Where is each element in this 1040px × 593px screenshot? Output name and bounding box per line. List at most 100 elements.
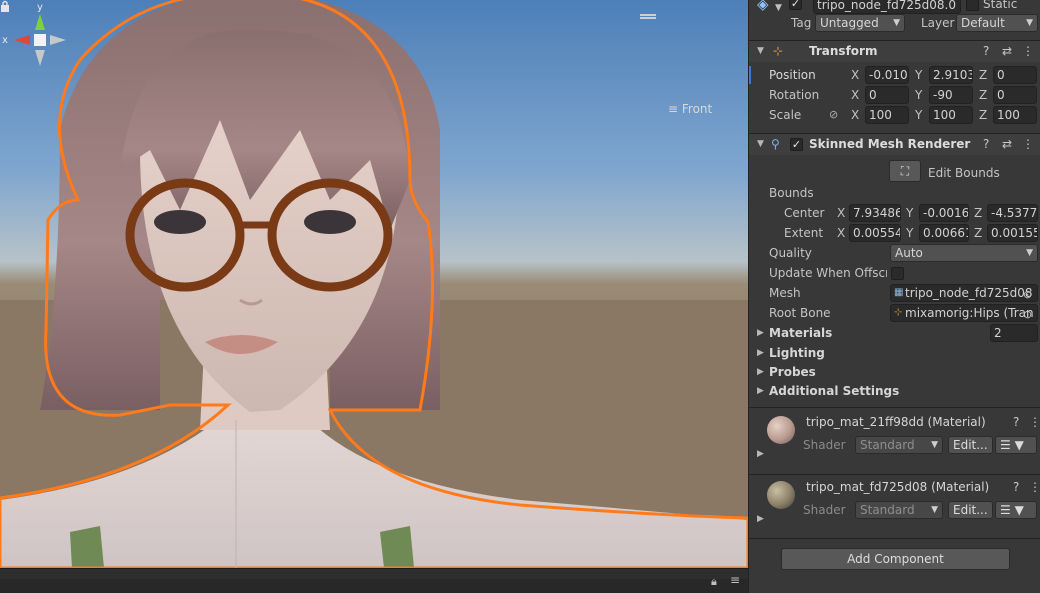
shader-options-dropdown[interactable]: ☰ ▼ xyxy=(995,501,1037,519)
root-bone-row: Root Bone ⊹ mixamorig:Hips (Tran ⊙ xyxy=(749,303,1040,323)
material-2-panel: tripo_mat_fd725d08 (Material) ? ⋮ Shader… xyxy=(749,475,1040,537)
foldout-arrow-icon[interactable]: ▶ xyxy=(757,362,764,382)
axis-z-label: Z xyxy=(974,226,983,240)
chevron-down-icon: ▼ xyxy=(893,18,900,28)
additional-settings-label: Additional Settings xyxy=(769,384,900,398)
extent-z-field[interactable]: 0.00155 xyxy=(987,224,1038,242)
axis-y-label: Y xyxy=(915,68,923,82)
material-preview-sphere xyxy=(767,416,795,444)
quality-dropdown[interactable]: Auto ▼ xyxy=(890,244,1038,262)
extent-y-field[interactable]: 0.00661 xyxy=(919,224,969,242)
shader-dropdown[interactable]: Standard ▼ xyxy=(855,501,943,519)
object-name-field[interactable]: tripo_node_fd725d08.0 xyxy=(813,0,961,14)
rotation-row: Rotation X 0 Y -90 Z 0 xyxy=(749,85,1040,105)
inspector-panel: ◈ ▼ ✓ tripo_node_fd725d08.0 Static Tag U… xyxy=(748,0,1040,593)
position-row: Position X -0.010 Y 2.9103 Z 0 xyxy=(749,65,1040,85)
lighting-foldout[interactable]: ▶ Lighting xyxy=(749,343,1040,363)
center-row: Center X 7.93486 Y -0.0016 Z -4.5377 xyxy=(749,203,1040,223)
context-menu-icon[interactable]: ⋮ xyxy=(1029,412,1040,432)
rotation-y-field[interactable]: -90 xyxy=(929,86,973,104)
gizmo-x-arrow xyxy=(14,35,30,45)
position-x-field[interactable]: -0.010 xyxy=(865,66,909,84)
gizmo-center-cube xyxy=(34,34,46,46)
foldout-arrow-icon[interactable]: ▼ xyxy=(757,46,764,56)
help-icon[interactable]: ? xyxy=(1013,477,1019,497)
root-bone-object-field[interactable]: ⊹ mixamorig:Hips (Tran xyxy=(890,304,1038,322)
help-icon[interactable]: ? xyxy=(1013,412,1019,432)
drag-handle-icon[interactable] xyxy=(640,14,656,16)
rotation-z-field[interactable]: 0 xyxy=(993,86,1037,104)
shader-dropdown[interactable]: Standard ▼ xyxy=(855,436,943,454)
scale-y-field[interactable]: 100 xyxy=(929,106,973,124)
horizontal-scrollbar[interactable] xyxy=(0,569,748,579)
materials-foldout[interactable]: ▶ Materials 2 xyxy=(749,323,1040,343)
gizmo-neg-x-arrow xyxy=(50,35,66,45)
object-picker-icon[interactable]: ⊙ xyxy=(1023,285,1032,305)
foldout-arrow-icon[interactable]: ▶ xyxy=(757,343,764,363)
foldout-arrow-icon[interactable]: ▶ xyxy=(757,323,764,343)
foldout-arrow-icon[interactable]: ▼ xyxy=(757,139,764,149)
chevron-down-icon: ▼ xyxy=(931,440,938,450)
chevron-down-icon: ▼ xyxy=(1026,18,1033,28)
layer-dropdown[interactable]: Default ▼ xyxy=(956,14,1038,32)
scale-z-field[interactable]: 100 xyxy=(993,106,1037,124)
active-toggle[interactable]: ✓ xyxy=(789,0,802,10)
skinned-mesh-icon: ⚲ xyxy=(771,137,780,151)
gizmo-view-label[interactable]: ≡ Front xyxy=(668,102,712,116)
axis-y-label: Y xyxy=(915,88,923,102)
center-z-field[interactable]: -4.5377 xyxy=(987,204,1038,222)
mesh-object-field[interactable]: ▦ tripo_node_fd725d08 xyxy=(890,284,1038,302)
edit-bounds-button[interactable]: ⛶ xyxy=(889,160,921,182)
center-x-field[interactable]: 7.93486 xyxy=(849,204,901,222)
foldout-arrow-icon[interactable]: ▶ xyxy=(757,444,764,464)
center-y-field[interactable]: -0.0016 xyxy=(919,204,969,222)
context-menu-icon[interactable]: ⋮ xyxy=(1029,477,1040,497)
axis-z-label: Z xyxy=(979,108,988,122)
gizmo-lock-icon[interactable] xyxy=(0,0,10,12)
tag-label: Tag xyxy=(791,16,812,30)
material-1-panel: tripo_mat_21ff98dd (Material) ? ⋮ Shader… xyxy=(749,410,1040,472)
transform-header[interactable]: ▼ ⊹ Transform ? ⇄ ⋮ xyxy=(749,40,1040,62)
materials-label: Materials xyxy=(769,326,833,340)
preset-icon[interactable]: ⇄ xyxy=(1002,44,1012,58)
update-offscreen-checkbox[interactable] xyxy=(891,267,904,280)
static-checkbox[interactable] xyxy=(966,0,979,11)
shader-options-dropdown[interactable]: ☰ ▼ xyxy=(995,436,1037,454)
foldout-arrow-icon[interactable]: ▶ xyxy=(757,381,764,401)
position-y-field[interactable]: 2.9103 xyxy=(929,66,973,84)
scene-view[interactable]: y x ≡ Front xyxy=(0,0,748,568)
quality-row: Quality Auto ▼ xyxy=(749,243,1040,263)
lock-icon[interactable]: 🔒︎ xyxy=(711,575,717,589)
rotation-x-field[interactable]: 0 xyxy=(865,86,909,104)
help-icon[interactable]: ? xyxy=(983,137,989,151)
scale-x-field[interactable]: 100 xyxy=(865,106,909,124)
smr-enabled-checkbox[interactable]: ✓ xyxy=(790,138,803,151)
scale-row: Scale ⊘ X 100 Y 100 Z 100 xyxy=(749,105,1040,125)
lighting-label: Lighting xyxy=(769,346,825,360)
add-component-button[interactable]: Add Component xyxy=(781,548,1010,570)
help-icon[interactable]: ? xyxy=(983,44,989,58)
tag-dropdown[interactable]: Untagged ▼ xyxy=(815,14,905,32)
object-picker-icon[interactable]: ⊙ xyxy=(1023,305,1032,325)
foldout-arrow-icon[interactable]: ▶ xyxy=(757,509,764,529)
constrain-proportions-icon[interactable]: ⊘ xyxy=(829,105,838,125)
mesh-label: Mesh xyxy=(769,286,801,300)
position-label: Position xyxy=(769,68,816,82)
edit-shader-button[interactable]: Edit... xyxy=(948,501,993,519)
menu-icon[interactable]: ≡ xyxy=(730,573,740,587)
layer-label: Layer xyxy=(921,16,955,30)
context-menu-icon[interactable]: ⋮ xyxy=(1022,137,1034,151)
additional-settings-foldout[interactable]: ▶ Additional Settings xyxy=(749,381,1040,401)
extent-x-field[interactable]: 0.00554 xyxy=(849,224,901,242)
probes-foldout[interactable]: ▶ Probes xyxy=(749,362,1040,382)
edit-shader-button[interactable]: Edit... xyxy=(948,436,993,454)
scene-gizmo[interactable]: y x xyxy=(0,0,80,80)
edit-bounds-icon: ⛶ xyxy=(900,164,910,178)
preset-icon[interactable]: ⇄ xyxy=(1002,137,1012,151)
shader-label: Shader xyxy=(803,438,846,452)
materials-count-field[interactable]: 2 xyxy=(990,324,1038,342)
context-menu-icon[interactable]: ⋮ xyxy=(1022,44,1034,58)
position-z-field[interactable]: 0 xyxy=(993,66,1037,84)
smr-header[interactable]: ▼ ⚲ ✓ Skinned Mesh Renderer ? ⇄ ⋮ xyxy=(749,133,1040,155)
material-preview-sphere xyxy=(767,481,795,509)
